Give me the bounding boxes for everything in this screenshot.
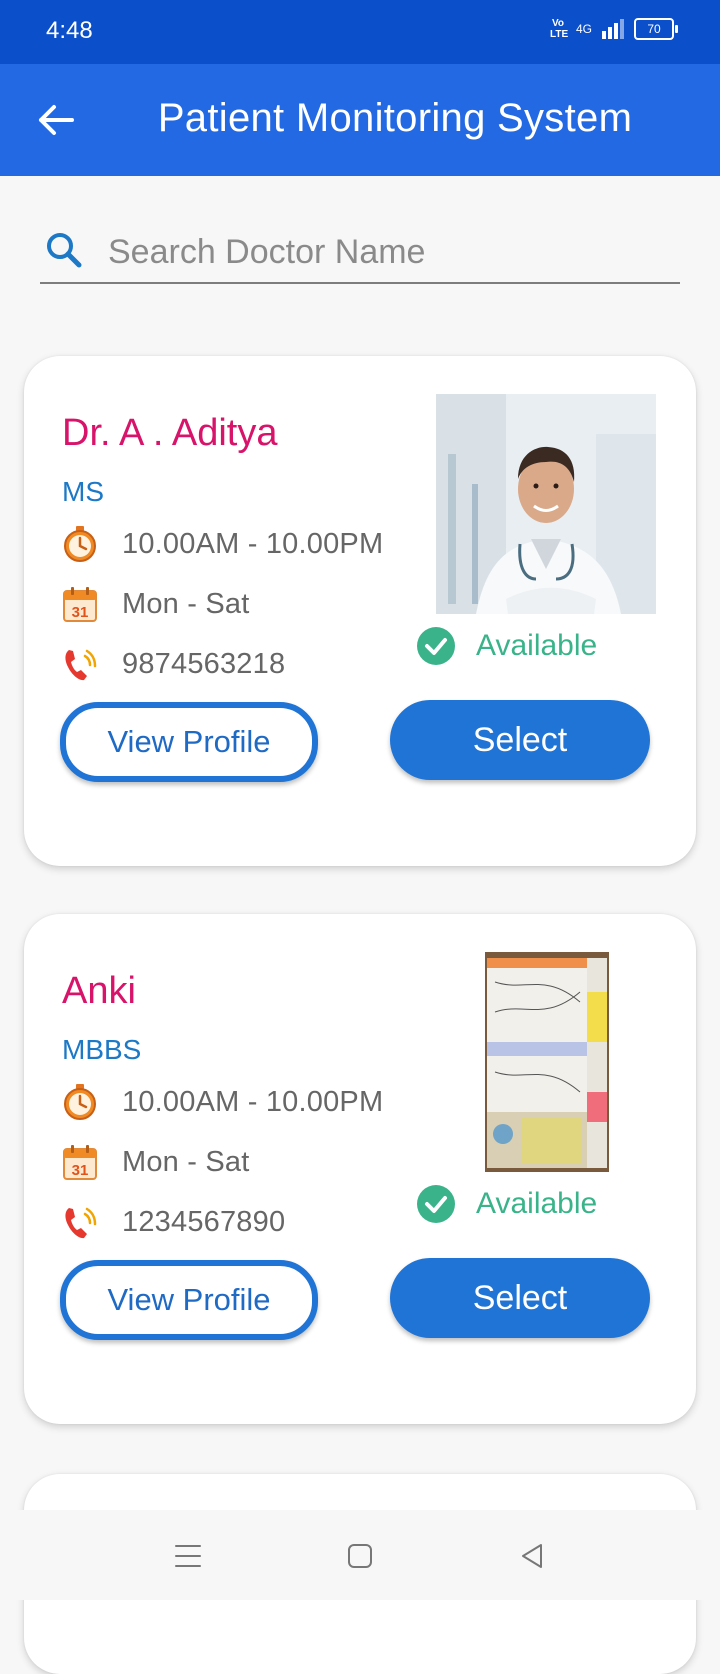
system-nav-bar [0,1510,720,1600]
view-profile-button[interactable]: View Profile [60,702,318,782]
triangle-back-icon [522,1544,542,1568]
calendar-icon: 31 [63,587,97,622]
availability-status: Available [416,1184,597,1224]
network-type: 4G [575,22,592,36]
doctor-degree: MS [62,476,104,507]
doctor-card: Anki MBBS 10.00AM - 10.00PM 31 Mon - Sat… [24,914,696,1424]
doctor-photo [436,394,656,614]
doctor-name: Dr. A . Aditya [62,412,278,454]
back-button[interactable] [30,94,82,146]
stopwatch-icon [64,526,96,562]
doctor-degree: MBBS [62,1034,142,1065]
stopwatch-icon [64,1084,96,1120]
check-circle-icon [417,1185,455,1223]
days-text: Mon - Sat [122,1145,250,1178]
availability-text: Available [476,629,598,662]
search-input[interactable] [106,228,670,276]
phone-row: 1234567890 [60,1200,285,1244]
menu-icon [175,1545,201,1567]
phone-row: 9874563218 [60,642,285,686]
system-back-button[interactable] [510,1534,554,1578]
search-icon [47,233,82,268]
recent-apps-button[interactable] [166,1534,210,1578]
square-home-icon [348,1544,372,1568]
check-circle-icon [417,627,455,665]
battery-level: 70 [647,22,661,36]
doctor-name: Anki [62,970,136,1012]
select-button[interactable]: Select [390,1258,650,1338]
page-title: Patient Monitoring System [157,96,633,140]
volte-indicator: Vo LTE [549,18,569,40]
doctor-card: Dr. A . Aditya MS 10.00AM - 10.00PM 31 M… [24,356,696,866]
timing-text: 10.00AM - 10.00PM [122,1085,384,1118]
timing-row: 10.00AM - 10.00PM [60,522,383,566]
availability-text: Available [476,1187,598,1220]
signal-icon [602,19,624,39]
phone-ringing-icon [65,1207,97,1239]
status-bar: 4:48 Vo LTE 4G 70 [0,0,720,64]
home-button[interactable] [338,1534,382,1578]
svg-text:31: 31 [72,1162,89,1179]
phone-text: 9874563218 [122,647,286,680]
availability-status: Available [416,626,597,666]
battery-icon: 70 [634,18,678,40]
status-time: 4:48 [46,17,93,44]
doctor-photo [485,952,609,1172]
select-button[interactable]: Select [390,700,650,780]
status-icons: Vo LTE 4G 70 [549,18,678,40]
days-row: 31 Mon - Sat [60,582,250,626]
calendar-icon: 31 [63,1145,97,1180]
timing-text: 10.00AM - 10.00PM [122,527,384,560]
search-bar [40,222,680,284]
app-bar: Patient Monitoring System [0,64,720,176]
phone-text: 1234567890 [122,1205,286,1238]
timing-row: 10.00AM - 10.00PM [60,1080,383,1124]
view-profile-button[interactable]: View Profile [60,1260,318,1340]
phone-ringing-icon [65,649,97,681]
arrow-left-icon [39,105,74,135]
days-row: 31 Mon - Sat [60,1140,250,1184]
days-text: Mon - Sat [122,587,250,620]
svg-text:31: 31 [72,604,89,621]
